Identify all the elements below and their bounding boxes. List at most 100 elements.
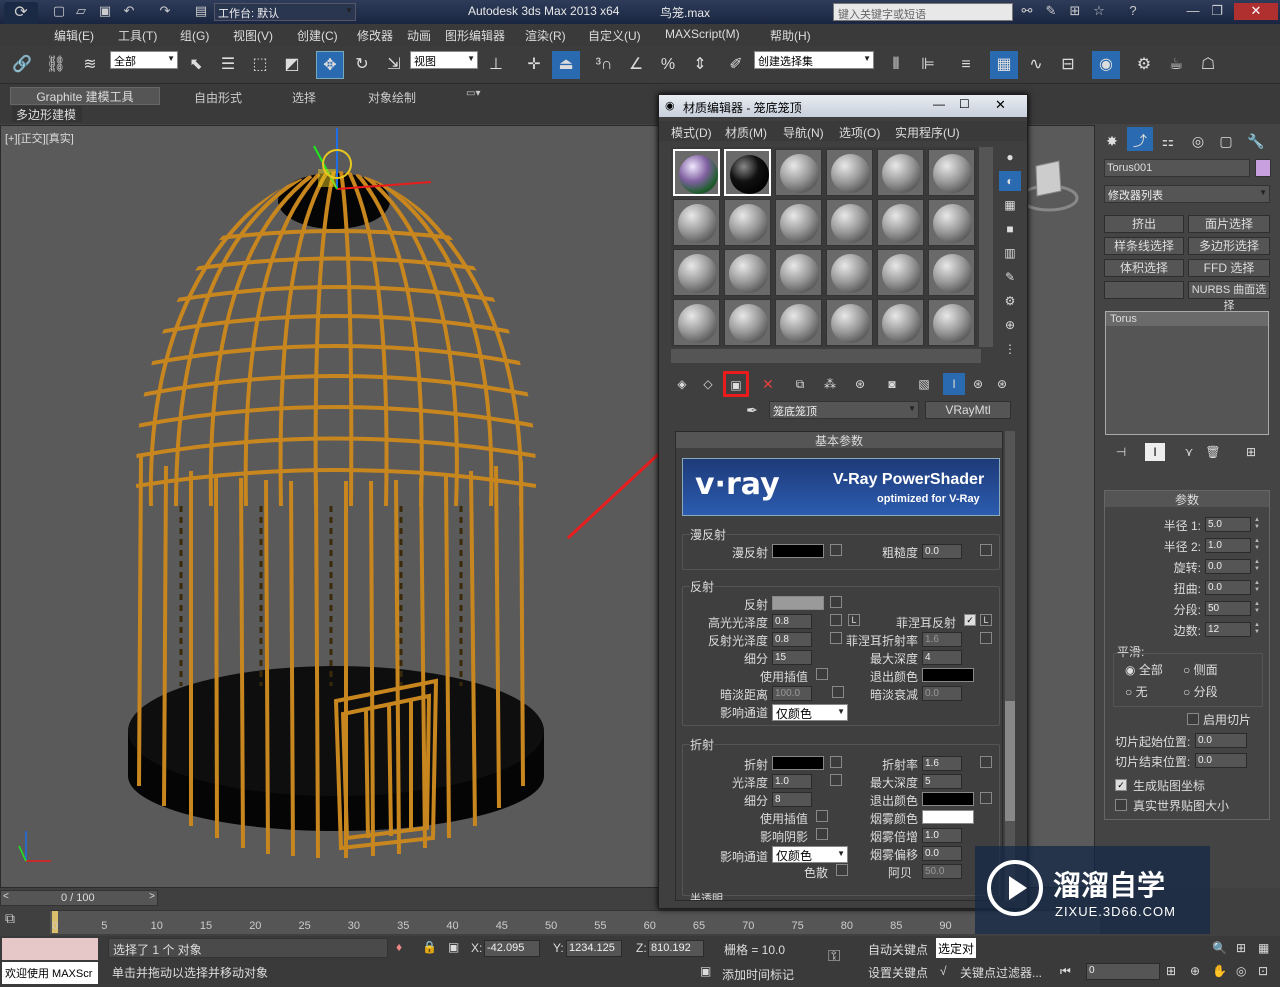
zoom-all-icon[interactable]: ⊞ (1236, 941, 1246, 955)
sample-slot[interactable] (673, 249, 720, 296)
sample-type-icon[interactable]: ● (999, 147, 1021, 167)
fresnel-ior-map-button[interactable] (980, 632, 992, 644)
put-to-scene-icon[interactable]: ◇ (697, 373, 719, 395)
sample-slot[interactable] (775, 299, 822, 346)
diffuse-map-button[interactable] (830, 544, 842, 556)
sample-slot[interactable] (877, 199, 924, 246)
show-end-result-mat-icon[interactable]: ▧ (913, 373, 935, 395)
favorites-icon[interactable]: ☆ (1090, 3, 1108, 20)
workspace-select[interactable]: 工作台: 默认 (214, 3, 356, 21)
create-tab-icon[interactable]: ✸ (1099, 127, 1125, 151)
dim-dist-field[interactable]: 100.0 (772, 686, 812, 701)
select-scale-icon[interactable]: ⇲ (380, 51, 408, 79)
param-field[interactable]: 0.0 (1205, 559, 1251, 574)
y-coord-field[interactable]: 1234.125 (566, 940, 622, 957)
menu-animation[interactable]: 动画 (407, 27, 431, 44)
key-mode-toggle-icon[interactable]: ⏮ (1060, 964, 1071, 979)
refl-subdivs-field[interactable]: 15 (772, 650, 812, 665)
smooth-all-radio[interactable]: ◉ 全部 (1125, 661, 1163, 678)
menu-rendering[interactable]: 渲染(R) (525, 27, 566, 44)
minimize-icon[interactable]: — (1184, 3, 1202, 20)
sample-slot[interactable] (826, 299, 873, 346)
stack-item-torus[interactable]: Torus (1106, 312, 1268, 326)
nurbs-select-button[interactable]: NURBS 曲面选择 (1188, 281, 1270, 312)
assign-to-selection-icon[interactable]: ▣ (723, 371, 749, 397)
select-rotate-icon[interactable]: ↻ (348, 51, 376, 79)
backlight-icon[interactable]: ◐ (999, 171, 1021, 191)
rollout-scrollbar[interactable] (1005, 431, 1015, 901)
ribbon-panel-poly[interactable]: 多边形建模 (12, 106, 82, 122)
binoculars-icon[interactable]: ⚯ (1018, 3, 1036, 20)
eyedropper-icon[interactable]: ✒ (741, 399, 763, 421)
ribbon-tab-selection[interactable]: 选择 (292, 89, 316, 106)
param-field[interactable]: 1.0 (1205, 538, 1251, 553)
sample-slot[interactable] (826, 199, 873, 246)
curve-editor-icon[interactable]: ∿ (1022, 51, 1050, 79)
reflect-map-button[interactable] (830, 596, 842, 608)
object-name-field[interactable]: Torus001 (1104, 159, 1250, 177)
poly-select-button[interactable]: 多边形选择 (1188, 237, 1270, 255)
params-header[interactable]: 参数 (1105, 491, 1269, 507)
menu-help[interactable]: 帮助(H) (770, 27, 811, 44)
make-unique-icon[interactable]: ⋎ (1179, 443, 1199, 461)
open-file-icon[interactable]: ▱ (72, 3, 90, 20)
put-to-library-icon[interactable]: ⁂ (819, 373, 841, 395)
get-material-icon[interactable]: ◈ (671, 373, 693, 395)
sample-slot[interactable] (673, 149, 720, 196)
reflect-color-swatch[interactable] (772, 596, 824, 610)
fov-icon[interactable]: ▦ (1258, 941, 1269, 955)
select-object-icon[interactable]: ⬉ (182, 51, 210, 79)
video-color-icon[interactable]: ▥ (999, 243, 1021, 263)
unlink-icon[interactable]: ⛓ (42, 51, 70, 79)
restore-icon[interactable]: ❐ (1208, 3, 1226, 20)
isolate-icon[interactable]: ♦ (396, 940, 402, 954)
pin-stack-icon[interactable]: ⊣ (1111, 443, 1131, 461)
param-field[interactable]: 50 (1205, 601, 1251, 616)
graphite-toggle-icon[interactable]: ▦ (990, 51, 1018, 79)
key-filters-button[interactable]: 关键点过滤器... (960, 964, 1042, 981)
current-frame-field[interactable]: 0 (1086, 963, 1160, 980)
remove-modifier-icon[interactable]: 🗑 (1203, 443, 1223, 461)
time-config-icon[interactable]: ⊞ (1166, 964, 1176, 978)
hierarchy-tab-icon[interactable]: ⚏ (1155, 127, 1181, 151)
schematic-view-icon[interactable]: ⊟ (1054, 51, 1082, 79)
maxscript-listener[interactable] (2, 938, 98, 960)
refract-color-swatch[interactable] (772, 756, 824, 770)
refract-map-button[interactable] (830, 756, 842, 768)
angle-snap-icon[interactable]: ∠ (622, 51, 650, 79)
layer-manager-icon[interactable]: ≡ (952, 51, 980, 79)
param-spinner[interactable]: ▲ ▼ (1253, 517, 1261, 532)
refl-interp-checkbox[interactable] (816, 668, 828, 680)
sample-slot[interactable] (775, 149, 822, 196)
real-world-checkbox[interactable] (1115, 799, 1127, 811)
ribbon-tab-freeform[interactable]: 自由形式 (194, 89, 242, 106)
sample-slot[interactable] (928, 149, 975, 196)
refl-exit-swatch[interactable] (922, 668, 974, 682)
mat-close-icon[interactable]: ✕ (995, 97, 1006, 113)
abbe-field[interactable]: 50.0 (922, 864, 962, 879)
mat-menu-options[interactable]: 选项(O) (839, 124, 880, 141)
menu-edit[interactable]: 编辑(E) (54, 27, 94, 44)
refr-gloss-map-button[interactable] (830, 774, 842, 786)
set-key-icon[interactable]: ⚿ (828, 948, 858, 974)
param-spinner[interactable]: ▲ ▼ (1253, 601, 1261, 616)
background-icon[interactable]: ▦ (999, 195, 1021, 215)
edit-named-sel-icon[interactable]: ✐ (722, 51, 750, 79)
mat-menu-utilities[interactable]: 实用程序(U) (895, 124, 960, 141)
window-crossing-icon[interactable]: ◩ (278, 51, 306, 79)
sample-slot[interactable] (877, 299, 924, 346)
menu-create[interactable]: 创建(C) (297, 27, 338, 44)
param-spinner[interactable]: ▲ ▼ (1253, 580, 1261, 595)
param-field[interactable]: 0.0 (1205, 580, 1251, 595)
search-input[interactable]: 键入关键字或短语 (833, 3, 1013, 21)
bind-spacewarp-icon[interactable]: ≋ (76, 51, 104, 79)
maximize-viewport-icon[interactable]: ⊡ (1258, 964, 1268, 978)
fog-color-swatch[interactable] (922, 810, 974, 824)
select-by-name-icon[interactable]: ☰ (214, 51, 242, 79)
undo-icon[interactable]: ↶ (120, 3, 138, 20)
slice-on-checkbox[interactable] (1187, 713, 1199, 725)
param-field[interactable]: 12 (1205, 622, 1251, 637)
snap-3d-icon[interactable]: ³∩ (590, 51, 618, 79)
ribbon-options-icon[interactable]: ▭▾ (466, 88, 480, 99)
mat-menu-material[interactable]: 材质(M) (725, 124, 767, 141)
